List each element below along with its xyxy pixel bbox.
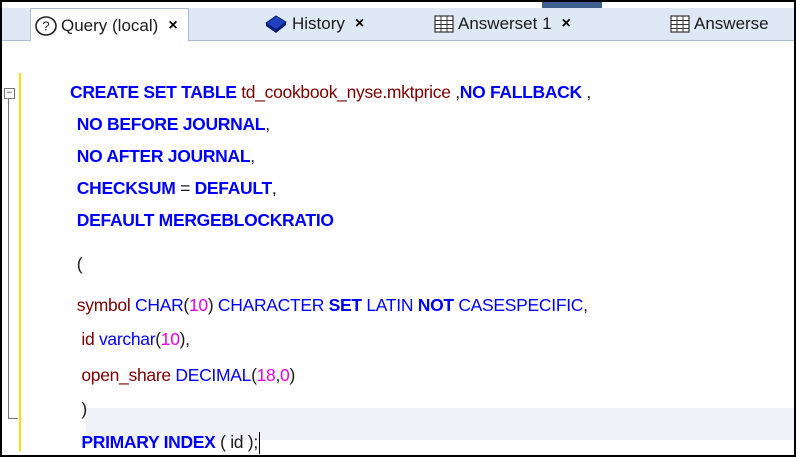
code-token: , <box>581 82 591 102</box>
code-token: CHAR <box>135 295 184 315</box>
code-token: varchar <box>98 329 156 349</box>
code-token: DEFAULT <box>194 178 273 198</box>
close-icon[interactable]: × <box>355 15 364 33</box>
tab-label: History <box>292 14 345 33</box>
sql-editor[interactable]: − CREATE SET TABLE td_cookbook_nyse.mktp… <box>2 41 794 455</box>
code-token: 18 <box>256 365 276 385</box>
code-token: ) <box>207 295 218 315</box>
tab-answerset-2[interactable]: Answerse <box>670 8 769 40</box>
tab-answerset-1[interactable]: Answerset 1 × <box>434 8 571 40</box>
code-token: NO FALLBACK <box>459 82 582 102</box>
code-line: NO AFTER JOURNAL, <box>54 140 255 172</box>
close-icon[interactable]: × <box>168 17 177 35</box>
close-icon[interactable]: × <box>562 15 571 33</box>
fold-guide-end <box>8 418 18 419</box>
code-token: , <box>583 295 588 315</box>
code-line: id varchar(10), <box>54 323 190 355</box>
code-line: NO BEFORE JOURNAL, <box>54 108 270 140</box>
code-token: ) <box>289 365 296 385</box>
code-token: CHARACTER <box>217 295 329 315</box>
code-token: CASESPECIFIC <box>453 295 584 315</box>
code-token: 10 <box>188 295 208 315</box>
code-token: SET <box>328 295 362 315</box>
code-token: NO AFTER JOURNAL <box>54 146 251 166</box>
code-token: ( id ); <box>215 432 258 452</box>
fold-guide <box>8 99 9 419</box>
code-token: td_cookbook_nyse.mktprice <box>236 82 456 102</box>
code-line: CHECKSUM = DEFAULT, <box>54 172 277 204</box>
grid-icon <box>670 15 690 33</box>
code-token: id <box>54 329 99 349</box>
code-token: LATIN <box>361 295 418 315</box>
code-line: CREATE SET TABLE td_cookbook_nyse.mktpri… <box>70 76 591 108</box>
code-token: , <box>250 146 255 166</box>
code-token: = <box>175 178 195 198</box>
code-token: ), <box>179 329 190 349</box>
code-token: ) <box>54 399 87 419</box>
code-token: CHECKSUM <box>54 178 176 198</box>
code-line: DEFAULT MERGEBLOCKRATIO <box>54 204 334 236</box>
code-token: PRIMARY INDEX <box>54 432 216 452</box>
tab-query-local[interactable]: ? Query (local) × <box>30 8 189 42</box>
text-caret <box>258 432 260 455</box>
code-token: NOT <box>417 295 454 315</box>
help-circle-icon: ? <box>35 15 57 36</box>
code-token: DECIMAL <box>175 365 252 385</box>
code-line: open_share DECIMAL(18,0) <box>54 359 295 391</box>
tab-history[interactable]: History × <box>264 8 364 40</box>
tab-label: Answerset 1 <box>458 14 552 33</box>
code-line: symbol CHAR(10) CHARACTER SET LATIN NOT … <box>54 289 588 321</box>
tab-label: Query (local) <box>61 15 159 35</box>
code-line: ) <box>54 393 87 425</box>
change-marker <box>19 73 21 451</box>
svg-text:?: ? <box>42 18 49 33</box>
tab-label: Answerse <box>694 14 769 33</box>
code-token: , <box>265 114 270 134</box>
code-token: CREATE SET TABLE <box>70 82 237 102</box>
code-token: ( <box>54 254 83 274</box>
code-token: , <box>271 178 277 198</box>
code-line: ( <box>54 248 83 280</box>
code-line: PRIMARY INDEX ( id ); <box>54 426 260 455</box>
code-token: DEFAULT MERGEBLOCKRATIO <box>54 210 334 230</box>
code-token: symbol <box>54 295 136 315</box>
code-token: open_share <box>54 365 176 385</box>
query-window: ? Query (local) × History × Answerset 1 … <box>0 0 796 457</box>
code-token: NO BEFORE JOURNAL <box>54 114 266 134</box>
code-token: 10 <box>160 329 180 349</box>
grid-icon <box>434 15 454 33</box>
collapse-toggle[interactable]: − <box>4 88 15 99</box>
book-icon <box>264 14 288 34</box>
tab-bar: ? Query (local) × History × Answerset 1 … <box>2 2 794 42</box>
